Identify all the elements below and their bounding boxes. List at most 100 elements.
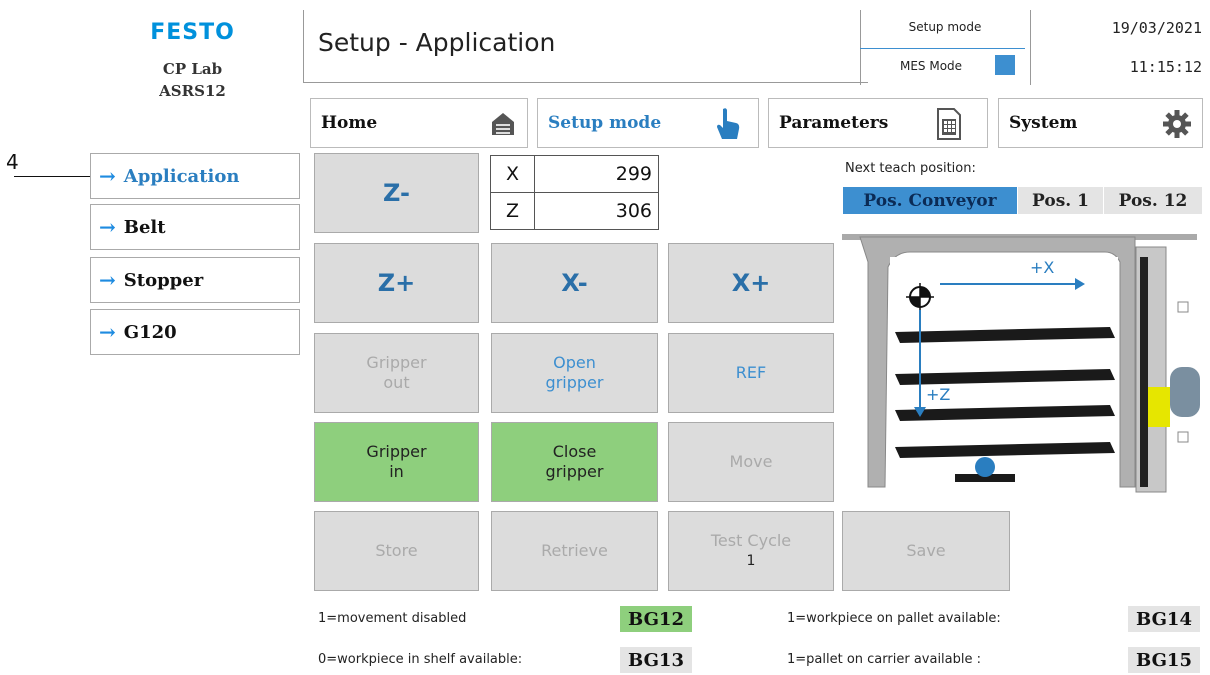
test-cycle-label: Test Cycle (710, 531, 792, 550)
z-coord-label: Z (490, 192, 535, 230)
arrow-right-icon: → (99, 215, 116, 239)
setup-mode-label: Setup mode (908, 20, 982, 34)
mes-mode-indicator (995, 55, 1015, 75)
bg13-label: BG13 (628, 649, 684, 671)
machine-diagram: +X +Z (840, 222, 1210, 507)
z-plus-button[interactable]: Z+ (314, 243, 479, 323)
arrow-right-icon: → (99, 320, 116, 344)
bg14-label: BG14 (1136, 608, 1192, 630)
x-value: 299 (615, 163, 652, 185)
pallet-carrier-text: 1=pallet on carrier available : (787, 652, 982, 667)
z-axis-label: +Z (926, 385, 951, 404)
retrieve-label: Retrieve (541, 541, 608, 560)
logo-line-2: ASRS12 (159, 82, 226, 100)
z-minus-button[interactable]: Z- (314, 153, 479, 233)
pos-conveyor-label: Pos. Conveyor (863, 190, 997, 211)
z-plus-label: Z+ (377, 269, 416, 297)
sidebar-item-g120[interactable]: → G120 (90, 309, 300, 355)
sidebar-item-label: Stopper (123, 269, 204, 291)
x-minus-button[interactable]: X- (491, 243, 658, 323)
hand-pointer-icon (714, 107, 742, 146)
move-button[interactable]: Move (668, 422, 834, 502)
save-button[interactable]: Save (842, 511, 1010, 591)
tab-parameters[interactable]: Parameters (768, 98, 988, 148)
ref-label: REF (735, 363, 767, 382)
gear-icon (1162, 109, 1192, 144)
tab-home[interactable]: Home (310, 98, 528, 148)
workpiece-pallet-text: 1=workpiece on pallet available: (787, 611, 1001, 626)
x-axis-label: +X (1030, 258, 1055, 277)
festo-logo: FESTO (150, 20, 235, 45)
page-title: Setup - Application (318, 28, 556, 57)
document-icon (936, 107, 962, 146)
save-label: Save (906, 541, 946, 560)
open-gripper-label-1: Open (553, 353, 596, 372)
gripper-out-label-1: Gripper (366, 353, 427, 372)
close-gripper-button[interactable]: Close gripper (491, 422, 658, 502)
workpiece-shelf-text: 0=workpiece in shelf available: (318, 652, 523, 667)
z-minus-label: Z- (383, 179, 410, 207)
time-display: 11:15:12 (1129, 58, 1202, 76)
open-gripper-button[interactable]: Open gripper (491, 333, 658, 413)
pos-12-label: Pos. 12 (1118, 190, 1188, 211)
gripper-out-label-2: out (383, 373, 410, 392)
home-icon (489, 109, 517, 142)
header-divider (303, 10, 304, 82)
sidebar-item-stopper[interactable]: → Stopper (90, 257, 300, 303)
tab-setup-mode-label: Setup mode (548, 113, 662, 133)
x-coord-label: X (490, 155, 535, 193)
pos-conveyor-button[interactable]: Pos. Conveyor (843, 187, 1017, 214)
test-cycle-count: 1 (746, 553, 756, 569)
x-plus-label: X+ (731, 269, 771, 297)
sidebar-item-application[interactable]: → Application (90, 153, 300, 199)
pos-12-button[interactable]: Pos. 12 (1104, 187, 1202, 214)
x-label: X (505, 163, 520, 185)
tab-parameters-label: Parameters (779, 113, 889, 133)
sidebar-item-belt[interactable]: → Belt (90, 204, 300, 250)
date-divider (1030, 10, 1031, 85)
mes-mode-label: MES Mode (899, 59, 963, 73)
date-display: 19/03/2021 (1111, 19, 1202, 37)
sidebar-item-label: Application (123, 165, 240, 187)
close-gripper-label-1: Close (552, 442, 597, 461)
tab-system-label: System (1009, 113, 1078, 133)
store-label: Store (375, 541, 418, 560)
x-plus-button[interactable]: X+ (668, 243, 834, 323)
test-cycle-button[interactable]: Test Cycle 1 (668, 511, 834, 591)
x-coord-value: 299 (534, 155, 659, 193)
move-label: Move (729, 452, 773, 471)
z-label: Z (505, 200, 520, 222)
sidebar-item-label: Belt (123, 216, 166, 238)
teach-position-label: Next teach position: (845, 161, 976, 176)
movement-disabled-text: 1=movement disabled (318, 611, 467, 626)
logo-line-1: CP Lab (162, 60, 223, 78)
z-coord-value: 306 (534, 192, 659, 230)
tab-setup-mode[interactable]: Setup mode (537, 98, 759, 148)
retrieve-button[interactable]: Retrieve (491, 511, 658, 591)
tab-system[interactable]: System (998, 98, 1203, 148)
annotation-line (14, 176, 94, 177)
store-button[interactable]: Store (314, 511, 479, 591)
gripper-in-button[interactable]: Gripper in (314, 422, 479, 502)
arrow-right-icon: → (99, 164, 116, 188)
bg12-label: BG12 (628, 608, 684, 630)
bg15-label: BG15 (1136, 649, 1192, 671)
pos-1-label: Pos. 1 (1032, 190, 1089, 211)
bg15-badge: BG15 (1128, 647, 1200, 673)
open-gripper-label-2: gripper (545, 373, 604, 392)
bg14-badge: BG14 (1128, 606, 1200, 632)
ref-button[interactable]: REF (668, 333, 834, 413)
arrow-right-icon: → (99, 268, 116, 292)
tab-home-label: Home (321, 113, 378, 133)
header-underline (303, 82, 868, 83)
bg12-badge: BG12 (620, 606, 692, 632)
mode-separator (860, 48, 1025, 49)
bg13-badge: BG13 (620, 647, 692, 673)
gripper-out-button[interactable]: Gripper out (314, 333, 479, 413)
x-minus-label: X- (561, 269, 588, 297)
gripper-in-label-2: in (389, 462, 404, 481)
annotation-number: 4 (6, 150, 19, 174)
pos-1-button[interactable]: Pos. 1 (1018, 187, 1103, 214)
sidebar-item-label: G120 (123, 321, 177, 343)
gripper-in-label-1: Gripper (366, 442, 427, 461)
